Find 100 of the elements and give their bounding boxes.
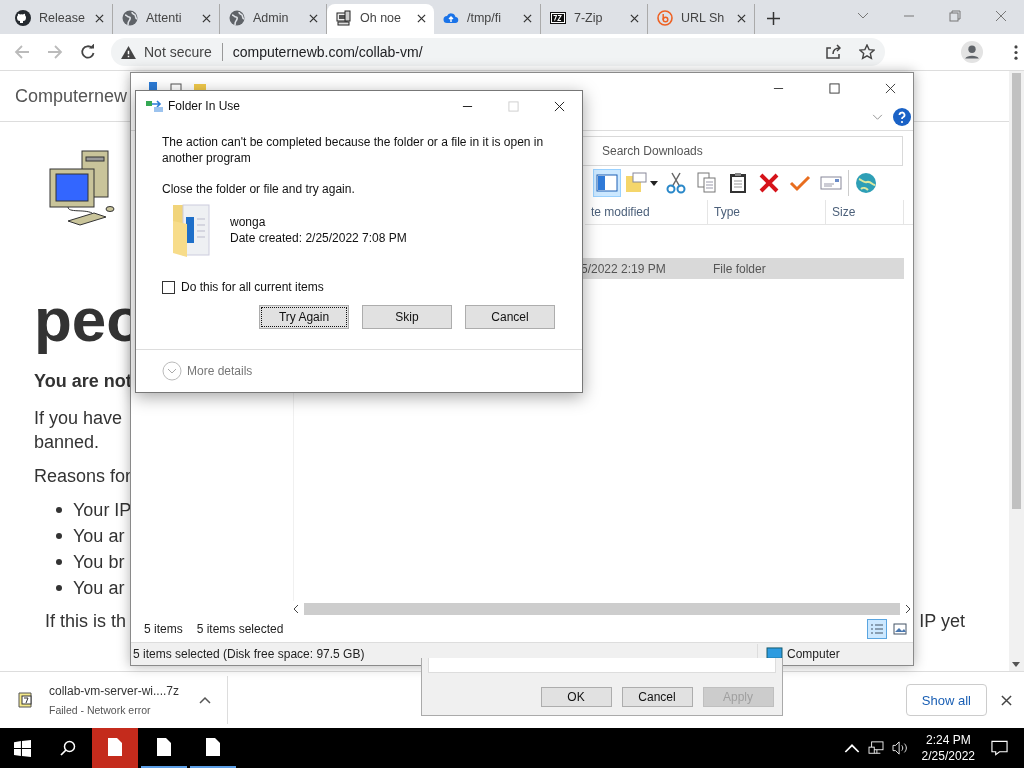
archive-icon xyxy=(550,10,566,26)
reason-text: You br xyxy=(73,551,125,574)
scrollbar[interactable] xyxy=(293,601,911,616)
tab-title: URL Sh xyxy=(681,11,726,25)
tab-title: 7-Zip xyxy=(574,11,604,25)
cloud-icon xyxy=(443,10,459,26)
bullet-icon xyxy=(56,533,62,539)
close-icon[interactable] xyxy=(630,13,639,23)
table-cell: File folder xyxy=(713,261,766,276)
location-text: Computer xyxy=(787,647,841,661)
globe-icon xyxy=(229,10,245,26)
list-icon xyxy=(870,623,884,635)
image-icon xyxy=(893,623,907,635)
arrow-left-icon[interactable] xyxy=(293,603,299,614)
paragraph-text: banned. xyxy=(34,431,101,454)
input-field[interactable] xyxy=(428,658,776,673)
network-icon[interactable] xyxy=(867,741,884,755)
browser-tab[interactable]: URL Sh xyxy=(648,4,755,34)
folder-move-icon xyxy=(146,100,164,112)
search-field[interactable]: Search Downloads xyxy=(581,136,903,166)
close-icon[interactable] xyxy=(554,100,565,112)
address-field[interactable]: Not secure computernewb.com/collab-vm/ xyxy=(111,38,885,66)
maximize-icon[interactable] xyxy=(829,83,840,94)
browser-tab[interactable]: Admin xyxy=(220,4,327,34)
bullet-icon xyxy=(56,559,62,565)
more-details-link[interactable]: More details xyxy=(187,364,253,378)
archive-icon xyxy=(16,691,34,709)
volume-icon[interactable] xyxy=(891,741,908,755)
close-icon[interactable] xyxy=(95,13,104,23)
menu-icon[interactable] xyxy=(1014,44,1018,60)
dialog-button[interactable]: Cancel xyxy=(621,687,693,707)
dialog-button[interactable]: Try Again xyxy=(259,305,349,329)
site-title[interactable]: Computernew xyxy=(15,85,128,107)
reason-text: Your IP xyxy=(73,499,132,522)
browser-tab[interactable]: /tmp/fi xyxy=(434,4,541,34)
close-icon[interactable] xyxy=(523,13,532,23)
dialog-instruction: Close the folder or file and try again. xyxy=(162,182,356,196)
download-filename[interactable]: collab-vm-server-wi....7z xyxy=(49,684,180,698)
bullet-icon xyxy=(56,507,62,513)
profile-icon[interactable] xyxy=(961,41,983,63)
plus-icon[interactable] xyxy=(767,12,780,25)
browser-tab[interactable]: Release xyxy=(6,4,113,34)
checkbox-label: Do this for all current items xyxy=(181,280,324,294)
browser-tab[interactable]: Attenti xyxy=(113,4,220,34)
close-icon[interactable] xyxy=(1001,694,1012,706)
dialog-button[interactable]: Cancel xyxy=(465,305,555,329)
notice-text: You are not xyxy=(34,371,133,392)
arrow-down-icon[interactable] xyxy=(1012,662,1020,667)
column-header[interactable]: Size xyxy=(826,200,904,224)
bitly-icon xyxy=(657,10,673,26)
notification-icon[interactable] xyxy=(991,740,1008,756)
download-status: Failed - Network error xyxy=(49,704,152,716)
share-icon[interactable] xyxy=(825,44,841,60)
warning-icon xyxy=(121,45,136,59)
github-icon xyxy=(15,10,31,26)
reason-text: You ar xyxy=(73,577,125,600)
item-count: 5 items xyxy=(144,622,183,636)
dialog-button[interactable]: OK xyxy=(540,687,612,707)
footer-text: If this is th xyxy=(45,611,127,632)
close-icon[interactable] xyxy=(737,13,746,23)
browser-tab[interactable]: Oh noe xyxy=(327,4,434,34)
dialog-title: Folder In Use xyxy=(168,99,241,113)
browser-tab[interactable]: 7-Zip xyxy=(541,4,648,34)
close-icon[interactable] xyxy=(202,13,211,23)
checkbox[interactable] xyxy=(162,280,175,294)
tab-title: Oh noe xyxy=(360,11,402,25)
document-icon xyxy=(157,738,171,756)
scrollbar[interactable] xyxy=(1009,71,1024,671)
tab-title: Admin xyxy=(253,11,290,25)
column-header[interactable]: Type xyxy=(708,200,826,224)
file-name: wonga xyxy=(230,214,267,230)
file-date: Date created: 2/25/2022 7:08 PM xyxy=(230,230,407,246)
tab-title: Attenti xyxy=(146,11,183,25)
tab-title: Release xyxy=(39,11,86,25)
selected-count: 5 items selected xyxy=(196,622,284,636)
windows-logo-icon[interactable] xyxy=(14,739,31,757)
chevron-up-icon[interactable] xyxy=(199,696,212,704)
status-text: 5 items selected (Disk free space: 97.5 GB) xyxy=(133,647,365,661)
footer-text: IP yet xyxy=(919,611,965,632)
search-icon[interactable] xyxy=(60,740,76,756)
close-icon[interactable] xyxy=(309,13,318,23)
globe-icon xyxy=(122,10,138,26)
help-icon[interactable] xyxy=(893,108,911,126)
caret-icon xyxy=(650,180,658,186)
column-header[interactable]: te modified xyxy=(585,200,708,224)
document-icon xyxy=(108,738,122,756)
security-label: Not secure xyxy=(144,44,212,60)
close-icon[interactable] xyxy=(885,83,896,94)
show-all-button[interactable]: Show all xyxy=(905,684,987,716)
star-icon[interactable] xyxy=(859,44,875,60)
bullet-icon xyxy=(56,585,62,591)
reload-icon[interactable] xyxy=(80,44,96,60)
computer-icon xyxy=(336,10,352,26)
arrow-right-icon[interactable] xyxy=(905,603,911,614)
paragraph-text: If you have xyxy=(34,407,124,430)
reason-text: You ar xyxy=(73,525,125,548)
clock[interactable]: 2:24 PM 2/25/2022 xyxy=(921,732,975,764)
dialog-button[interactable]: Skip xyxy=(362,305,452,329)
dialog-message: The action can't be completed because the folder or a file in it is open in another program xyxy=(162,134,545,166)
close-icon[interactable] xyxy=(417,13,426,23)
